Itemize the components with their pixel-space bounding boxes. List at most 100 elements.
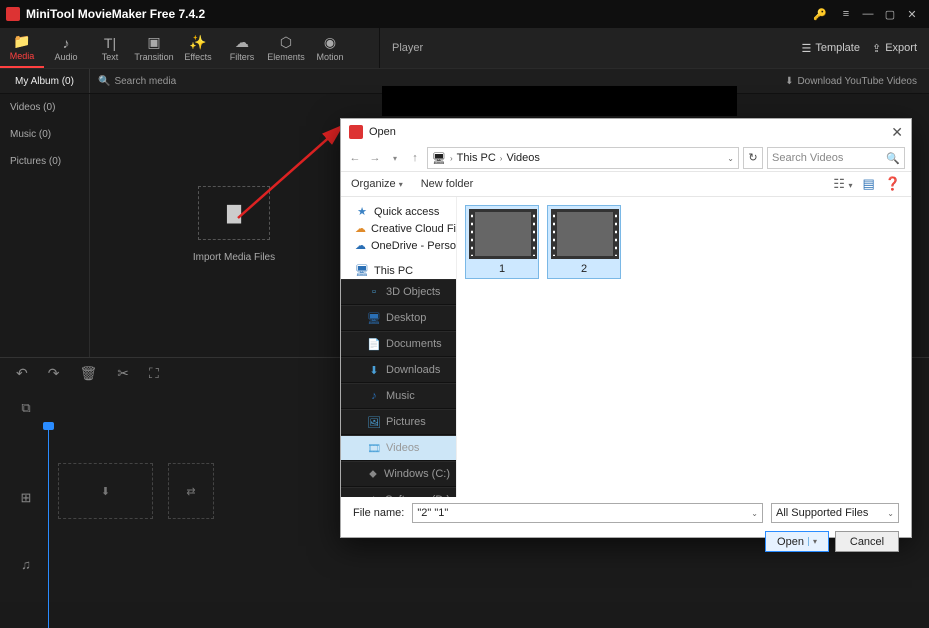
tree-windows-c-[interactable]: ⬥Windows (C:) xyxy=(341,461,456,487)
tool-effects[interactable]: ✨Effects xyxy=(176,28,220,68)
import-dropzone[interactable]: ▇ xyxy=(198,186,270,240)
cancel-button[interactable]: Cancel xyxy=(835,531,899,552)
search-media[interactable]: 🔍Search media xyxy=(90,76,773,87)
crop-button[interactable]: ⛶ xyxy=(149,365,159,382)
effects-icon: ✨ xyxy=(189,35,206,51)
help-button[interactable]: ❓ xyxy=(885,176,901,192)
delete-button[interactable]: 🗑 xyxy=(79,365,97,382)
file-2[interactable]: 2 xyxy=(547,205,621,279)
tree-3d-objects[interactable]: ▫3D Objects xyxy=(341,279,456,305)
dialog-toolbar: Organize ▾ New folder ☷ ▾ ▤ ❓ xyxy=(341,171,911,197)
tree-onedrive-personal[interactable]: ☁OneDrive - Personal xyxy=(341,237,456,254)
dialog-search[interactable]: Search Videos 🔍 xyxy=(767,147,905,169)
dialog-footer: File name: "2" "1"⌄ All Supported Files⌄… xyxy=(341,497,911,558)
template-button[interactable]: ☰Template xyxy=(801,42,860,55)
dialog-nav: ← → ▾ ↑ 🖥 › This PC › Videos ⌄ ↻ Search … xyxy=(341,145,911,171)
crumb-dropdown[interactable]: ⌄ xyxy=(727,154,734,163)
tool-audio[interactable]: ♪Audio xyxy=(44,28,88,68)
tool-media[interactable]: 📁Media xyxy=(0,28,44,68)
overlay-track-icon[interactable]: ⧉ xyxy=(18,400,34,416)
tool-motion[interactable]: ◉Motion xyxy=(308,28,352,68)
tree-documents[interactable]: 📄Documents xyxy=(341,331,456,357)
app-logo xyxy=(6,7,20,21)
tree-software-d-[interactable]: ⬥Software (D:) xyxy=(341,487,456,497)
tool-filters[interactable]: ☁Filters xyxy=(220,28,264,68)
nav-back[interactable]: ← xyxy=(347,152,363,164)
nav-recent[interactable]: ▾ xyxy=(387,154,403,163)
crumb-videos[interactable]: Videos xyxy=(506,152,539,164)
app-title: MiniTool MovieMaker Free 7.4.2 xyxy=(26,7,809,21)
tree-creative-cloud-files[interactable]: ☁Creative Cloud Files xyxy=(341,220,456,237)
tool-transition[interactable]: ▣Transition xyxy=(132,28,176,68)
dialog-title: Open xyxy=(369,126,891,138)
filename-input[interactable]: "2" "1"⌄ xyxy=(412,503,763,523)
media-area: ▇ Import Media Files xyxy=(90,94,378,354)
breadcrumb[interactable]: 🖥 › This PC › Videos ⌄ xyxy=(427,147,739,169)
audio-track-icon[interactable]: ♫ xyxy=(18,556,34,572)
menu-icon[interactable]: ≡ xyxy=(835,3,857,25)
template-icon: ☰ xyxy=(801,42,811,55)
album-tab[interactable]: My Album (0) xyxy=(0,69,90,93)
nav-up[interactable]: ↑ xyxy=(407,152,423,164)
player-preview xyxy=(382,86,737,116)
sidebar-item-pictures[interactable]: Pictures (0) xyxy=(0,148,89,175)
dialog-body: ★Quick access☁Creative Cloud Files☁OneDr… xyxy=(341,197,911,497)
thumbnail-icon xyxy=(551,209,619,259)
filters-icon: ☁ xyxy=(235,35,249,51)
view-menu[interactable]: ☷ ▾ xyxy=(833,176,852,192)
open-button[interactable]: Open ▾ xyxy=(765,531,829,552)
filetype-combo[interactable]: All Supported Files⌄ xyxy=(771,503,899,523)
pc-icon: 🖥 xyxy=(432,152,446,165)
minimize-button[interactable]: — xyxy=(857,3,879,25)
video-track-icon[interactable]: ⊞ xyxy=(18,490,34,506)
file-list[interactable]: 12 xyxy=(457,197,911,497)
titlebar: MiniTool MovieMaker Free 7.4.2 🔑 ≡ — ▢ ✕ xyxy=(0,0,929,28)
transition-icon: ▣ xyxy=(147,35,160,51)
key-icon[interactable]: 🔑 xyxy=(809,3,831,25)
tool-elements[interactable]: ⬡Elements xyxy=(264,28,308,68)
file-1[interactable]: 1 xyxy=(465,205,539,279)
folder-tree[interactable]: ★Quick access☁Creative Cloud Files☁OneDr… xyxy=(341,197,457,497)
elements-icon: ⬡ xyxy=(280,35,292,51)
tree-quick-access[interactable]: ★Quick access xyxy=(341,203,456,220)
undo-button[interactable]: ↶ xyxy=(16,365,28,382)
tree-music[interactable]: ♪Music xyxy=(341,383,456,409)
search-icon: 🔍 xyxy=(886,152,900,165)
nav-forward[interactable]: → xyxy=(367,152,383,164)
tool-text[interactable]: T|Text xyxy=(88,28,132,68)
clip-slot-1[interactable]: ⬇ xyxy=(58,463,153,519)
media-icon: 📁 xyxy=(13,34,30,50)
download-youtube[interactable]: ⬇Download YouTube Videos xyxy=(773,76,929,87)
redo-button[interactable]: ↷ xyxy=(48,365,60,382)
tree-downloads[interactable]: ⬇Downloads xyxy=(341,357,456,383)
tree-desktop[interactable]: 🖥Desktop xyxy=(341,305,456,331)
playhead[interactable] xyxy=(48,428,49,628)
clip-slot-2[interactable]: ⇄ xyxy=(168,463,214,519)
swap-icon: ⇄ xyxy=(186,485,195,498)
crumb-this-pc[interactable]: This PC xyxy=(457,152,496,164)
sidebar-item-videos[interactable]: Videos (0) xyxy=(0,94,89,121)
dialog-titlebar: Open ✕ xyxy=(341,119,911,145)
tree-pictures[interactable]: 🖼Pictures xyxy=(341,409,456,435)
tree-videos[interactable]: 🎞Videos xyxy=(341,435,456,461)
dialog-icon xyxy=(349,125,363,139)
export-button[interactable]: ⇪Export xyxy=(872,42,917,55)
dialog-close-button[interactable]: ✕ xyxy=(891,124,903,141)
nav-refresh[interactable]: ↻ xyxy=(743,147,763,169)
audio-icon: ♪ xyxy=(63,35,70,51)
text-icon: T| xyxy=(104,35,116,51)
maximize-button[interactable]: ▢ xyxy=(879,3,901,25)
tree-this-pc[interactable]: 🖥This PC xyxy=(341,262,456,279)
preview-pane-button[interactable]: ▤ xyxy=(863,176,875,192)
download-icon: ⬇ xyxy=(785,76,793,87)
motion-icon: ◉ xyxy=(324,35,336,51)
thumbnail-icon xyxy=(469,209,537,259)
export-icon: ⇪ xyxy=(872,42,881,55)
new-folder-button[interactable]: New folder xyxy=(421,178,474,190)
folder-icon: ▇ xyxy=(227,203,241,224)
search-icon: 🔍 xyxy=(98,76,110,87)
cut-button[interactable]: ✂ xyxy=(117,365,129,382)
sidebar-item-music[interactable]: Music (0) xyxy=(0,121,89,148)
close-button[interactable]: ✕ xyxy=(901,3,923,25)
organize-menu[interactable]: Organize ▾ xyxy=(351,178,403,190)
